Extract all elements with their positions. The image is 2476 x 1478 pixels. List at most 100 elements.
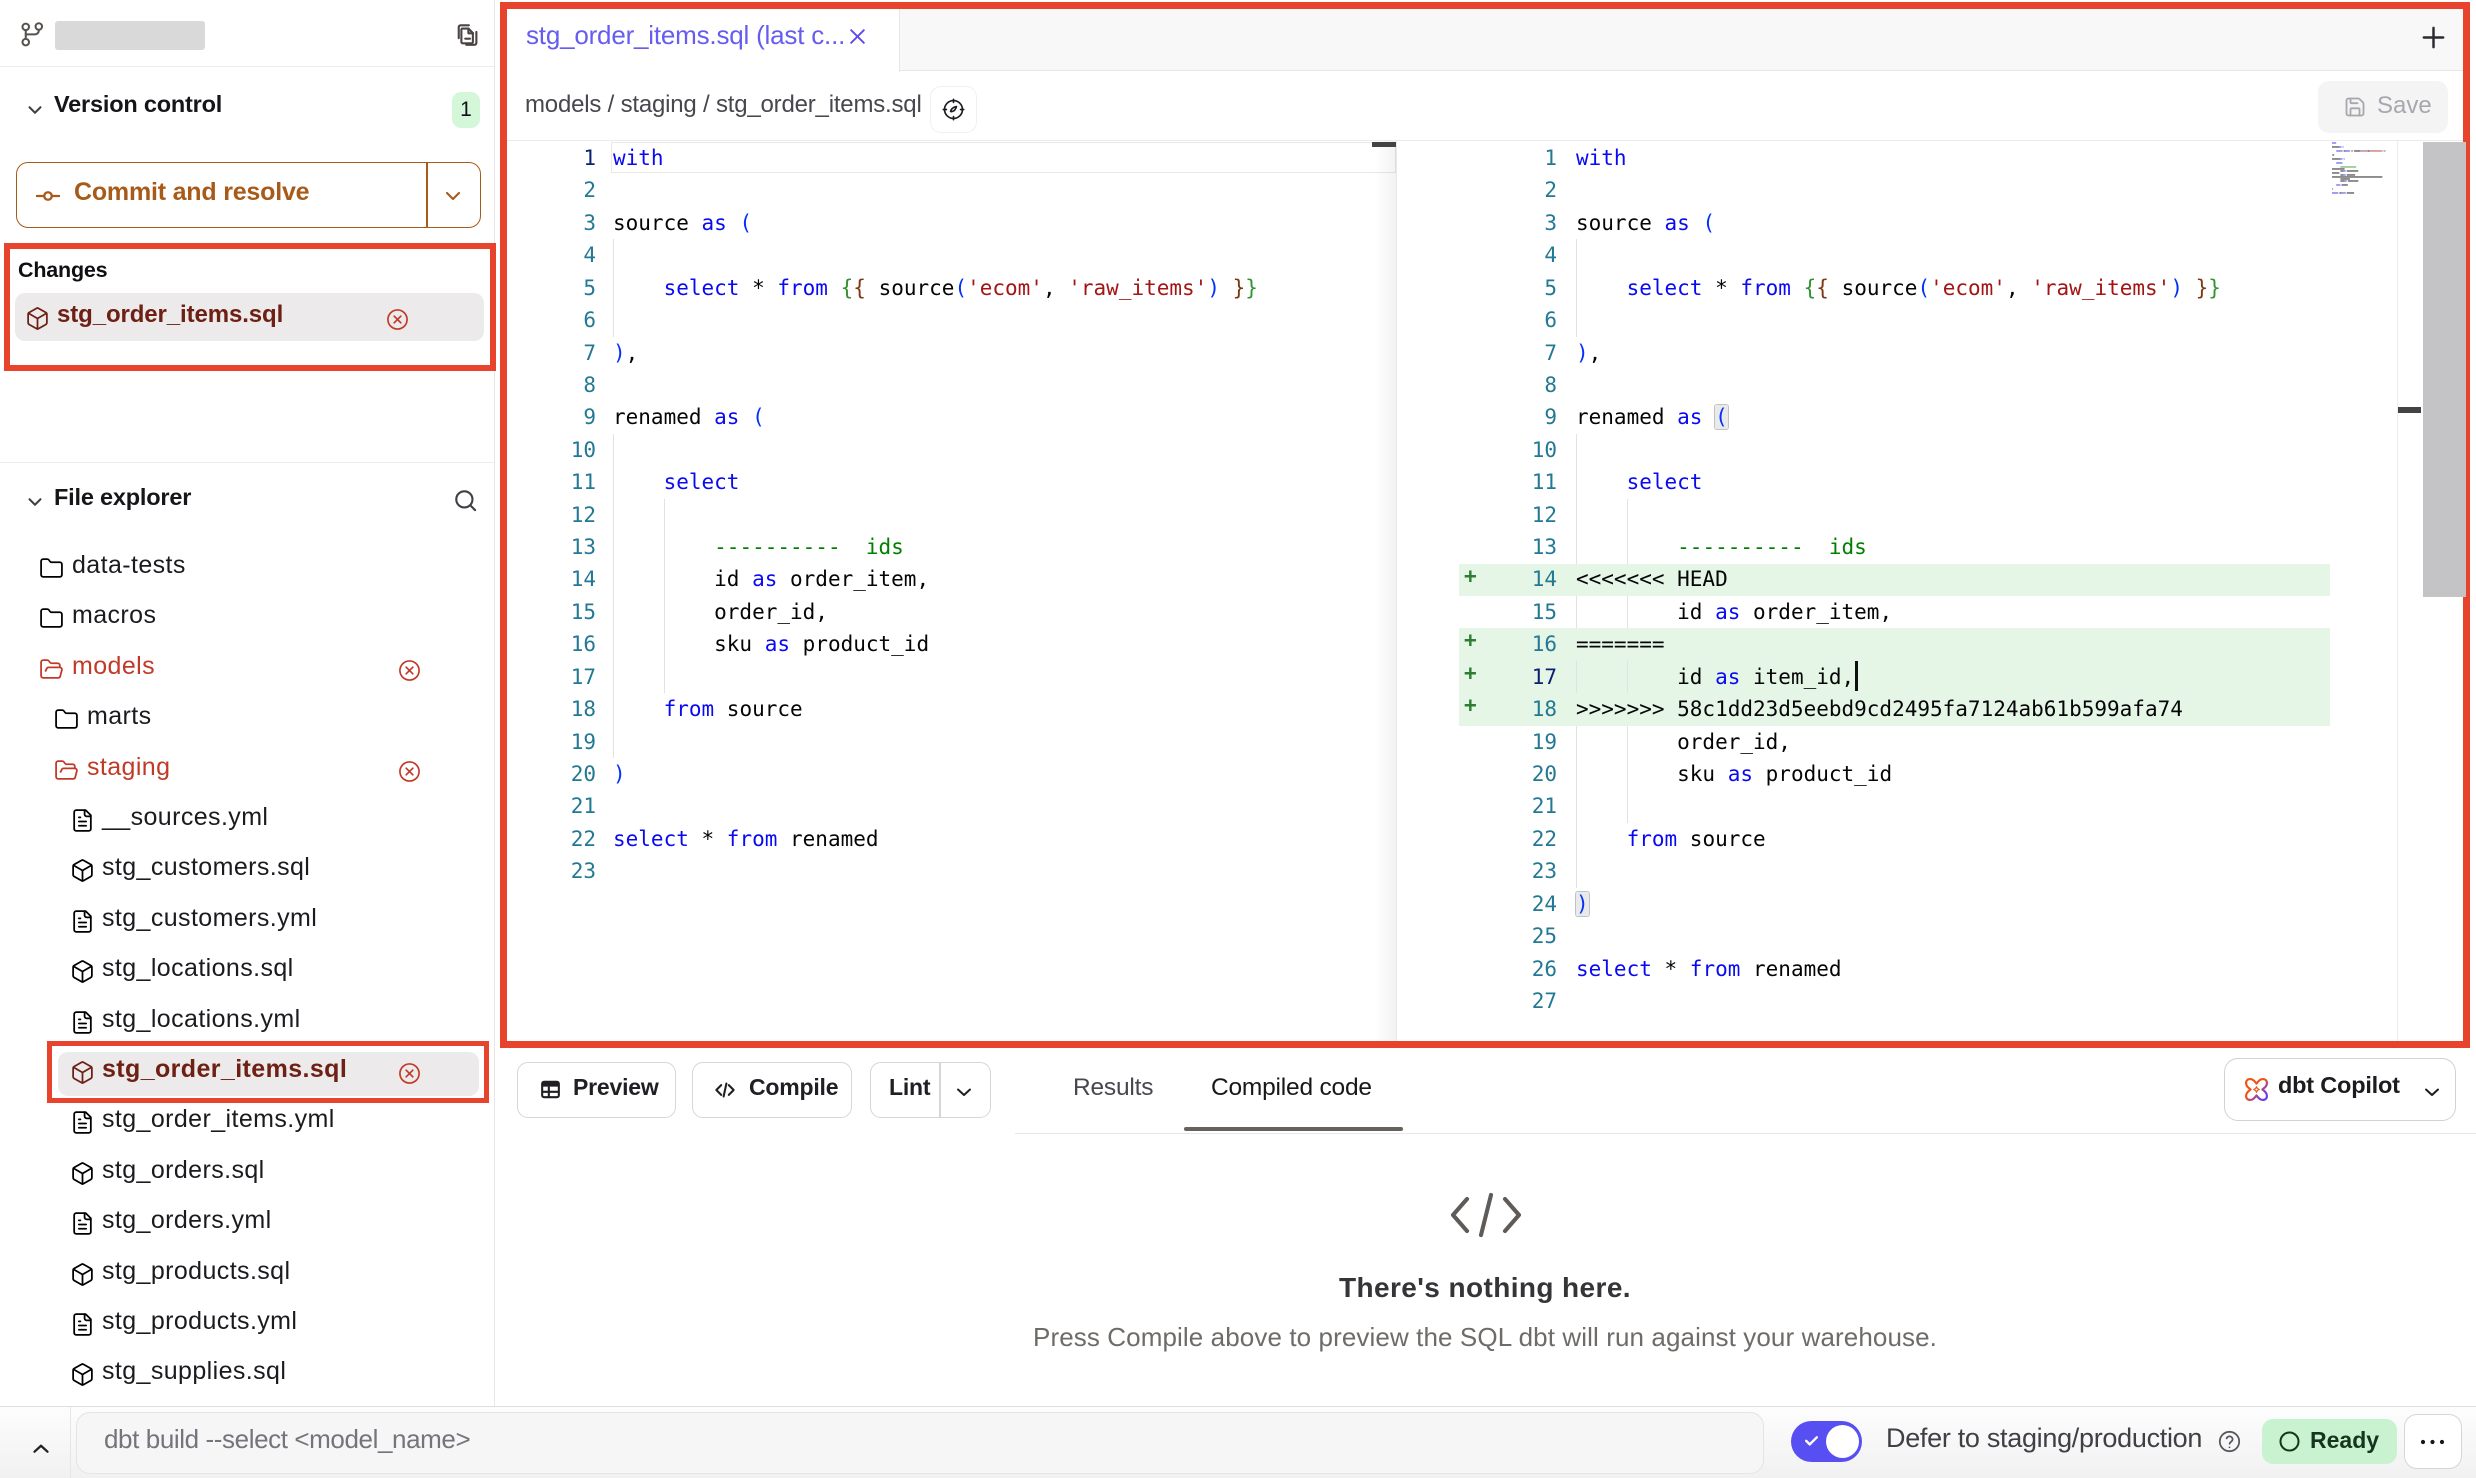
tree-item-models[interactable]: models <box>0 644 494 694</box>
changed-file-name: stg_order_items.sql <box>57 301 283 329</box>
file-doc-icon <box>70 808 95 833</box>
discard-change-icon[interactable] <box>385 307 410 332</box>
model-cube-icon <box>70 1362 95 1387</box>
tree-item-label: stg_orders.yml <box>102 1206 272 1235</box>
file-doc-icon <box>70 1010 95 1035</box>
tree-item-data-tests[interactable]: data-tests <box>0 543 494 593</box>
modified-line-numbers: 1234567891011121314151617181920212223242… <box>1500 142 1557 1017</box>
model-cube-icon <box>70 858 95 883</box>
status-bar-divider <box>70 1407 71 1478</box>
active-tab-underline <box>1184 1127 1403 1131</box>
chevron-down-icon[interactable] <box>24 99 46 121</box>
tree-item-label: data-tests <box>72 551 186 580</box>
model-cube-icon <box>70 1161 95 1186</box>
modified-code: withsource as ( select * from {{ source(… <box>1576 142 2221 1017</box>
save-floppy-icon <box>2343 95 2367 119</box>
pane-sash-shadow <box>1374 141 1396 1041</box>
copilot-chevron-down-icon <box>2420 1080 2444 1104</box>
file-doc-icon <box>70 1110 95 1135</box>
discard-change-icon[interactable] <box>397 1061 422 1086</box>
code-empty-state-icon <box>1448 1190 1524 1240</box>
tree-item-label: models <box>72 652 155 681</box>
tree-item-label: staging <box>87 753 170 782</box>
toggle-check-icon <box>1803 1432 1820 1449</box>
dbt-copilot-label: dbt Copilot <box>2278 1072 2400 1099</box>
tree-item-staging[interactable]: staging <box>0 745 494 795</box>
commit-dropdown-chevron-icon[interactable] <box>441 184 465 208</box>
tree-item-stg-supplies-sql[interactable]: stg_supplies.sql <box>0 1349 494 1399</box>
diff-plus-marker: + <box>1464 661 1477 693</box>
tree-item-label: stg_supplies.sql <box>102 1357 286 1386</box>
tree-item-label: stg_order_items.sql <box>102 1055 347 1084</box>
tree-item--sources-yml[interactable]: __sources.yml <box>0 795 494 845</box>
overview-cursor-marker-left <box>1372 142 1396 147</box>
compile-code-icon <box>712 1077 738 1103</box>
folder-icon <box>39 606 64 631</box>
tree-item-macros[interactable]: macros <box>0 593 494 643</box>
original-line-numbers: 1234567891011121314151617181920212223 <box>540 142 596 888</box>
tree-item-stg-customers-yml[interactable]: stg_customers.yml <box>0 896 494 946</box>
tree-item-stg-customers-sql[interactable]: stg_customers.sql <box>0 845 494 895</box>
changes-title: Changes <box>18 258 107 283</box>
compile-button-label: Compile <box>749 1074 838 1101</box>
minimap-border <box>2397 141 2398 1041</box>
tree-item-stg-orders-yml[interactable]: stg_orders.yml <box>0 1198 494 1248</box>
chevron-down-icon[interactable] <box>24 491 46 513</box>
empty-state-title: There's nothing here. <box>0 1272 2476 1304</box>
search-icon[interactable] <box>452 487 479 514</box>
empty-state-subtitle: Press Compile above to preview the SQL d… <box>0 1322 2476 1353</box>
version-control-title: Version control <box>54 91 222 118</box>
discard-change-icon[interactable] <box>397 759 422 784</box>
save-button-label: Save <box>2377 92 2432 120</box>
collapse-panel-chevron-icon[interactable] <box>28 1436 54 1462</box>
new-tab-plus-icon[interactable] <box>2418 22 2449 53</box>
tab-compiled-code[interactable]: Compiled code <box>1211 1074 1372 1102</box>
diff-plus-marker: + <box>1464 628 1477 660</box>
tree-item-stg-orders-sql[interactable]: stg_orders.sql <box>0 1148 494 1198</box>
ellipsis-icon <box>2419 1437 2446 1447</box>
lineage-compass-icon <box>941 97 966 122</box>
sidebar: Version control 1 Commit and resolve Cha… <box>0 0 495 1406</box>
git-commit-icon <box>34 182 62 210</box>
commit-button-label: Commit and resolve <box>74 178 309 207</box>
editor-scrollbar-thumb[interactable] <box>2423 142 2466 597</box>
model-cube-icon <box>70 1060 95 1085</box>
dbt-copilot-logo-icon <box>2242 1075 2271 1104</box>
tree-item-label: stg_customers.yml <box>102 904 317 933</box>
file-doc-icon <box>70 1211 95 1236</box>
tree-item-label: stg_locations.sql <box>102 954 294 983</box>
toggle-knob <box>1826 1425 1859 1458</box>
tree-item-stg-locations-yml[interactable]: stg_locations.yml <box>0 997 494 1047</box>
sidebar-divider <box>0 462 494 463</box>
tab-results[interactable]: Results <box>1073 1074 1153 1102</box>
tree-item-stg-order-items-yml[interactable]: stg_order_items.yml <box>0 1097 494 1147</box>
commit-button-divider <box>426 162 428 228</box>
discard-change-icon[interactable] <box>397 658 422 683</box>
tab-close-icon[interactable] <box>848 27 867 46</box>
help-question-icon[interactable] <box>2217 1429 2242 1454</box>
copy-file-icon[interactable] <box>451 20 481 50</box>
breadcrumb: models / staging / stg_order_items.sql <box>525 91 922 119</box>
tree-item-label: stg_order_items.yml <box>102 1105 335 1134</box>
tree-item-stg-locations-sql[interactable]: stg_locations.sql <box>0 946 494 996</box>
tree-item-label: macros <box>72 601 156 630</box>
preview-table-icon <box>538 1077 563 1102</box>
branch-name-redacted <box>55 21 205 50</box>
tree-item-marts[interactable]: marts <box>0 694 494 744</box>
diff-plus-marker: + <box>1464 564 1477 596</box>
ready-status-label: Ready <box>2310 1427 2379 1454</box>
model-cube-icon <box>25 306 50 331</box>
tree-item-stg-order-items-sql[interactable]: stg_order_items.sql <box>0 1047 494 1097</box>
tab-label: stg_order_items.sql (last c... <box>526 20 845 51</box>
lint-dropdown-chevron-icon[interactable] <box>952 1080 976 1104</box>
git-branch-icon <box>19 21 46 48</box>
diff-plus-marker: + <box>1464 693 1477 725</box>
tree-item-label: marts <box>87 702 152 731</box>
tree-item-label: stg_orders.sql <box>102 1156 265 1185</box>
file-doc-icon <box>70 909 95 934</box>
version-control-badge: 1 <box>452 92 480 128</box>
ready-status-circle-icon <box>2278 1430 2301 1453</box>
pane-sash[interactable] <box>1396 141 1397 1041</box>
diff-editor[interactable]: 1234567891011121314151617181920212223 wit… <box>507 140 2463 1041</box>
overview-cursor-marker-right <box>2397 407 2421 413</box>
